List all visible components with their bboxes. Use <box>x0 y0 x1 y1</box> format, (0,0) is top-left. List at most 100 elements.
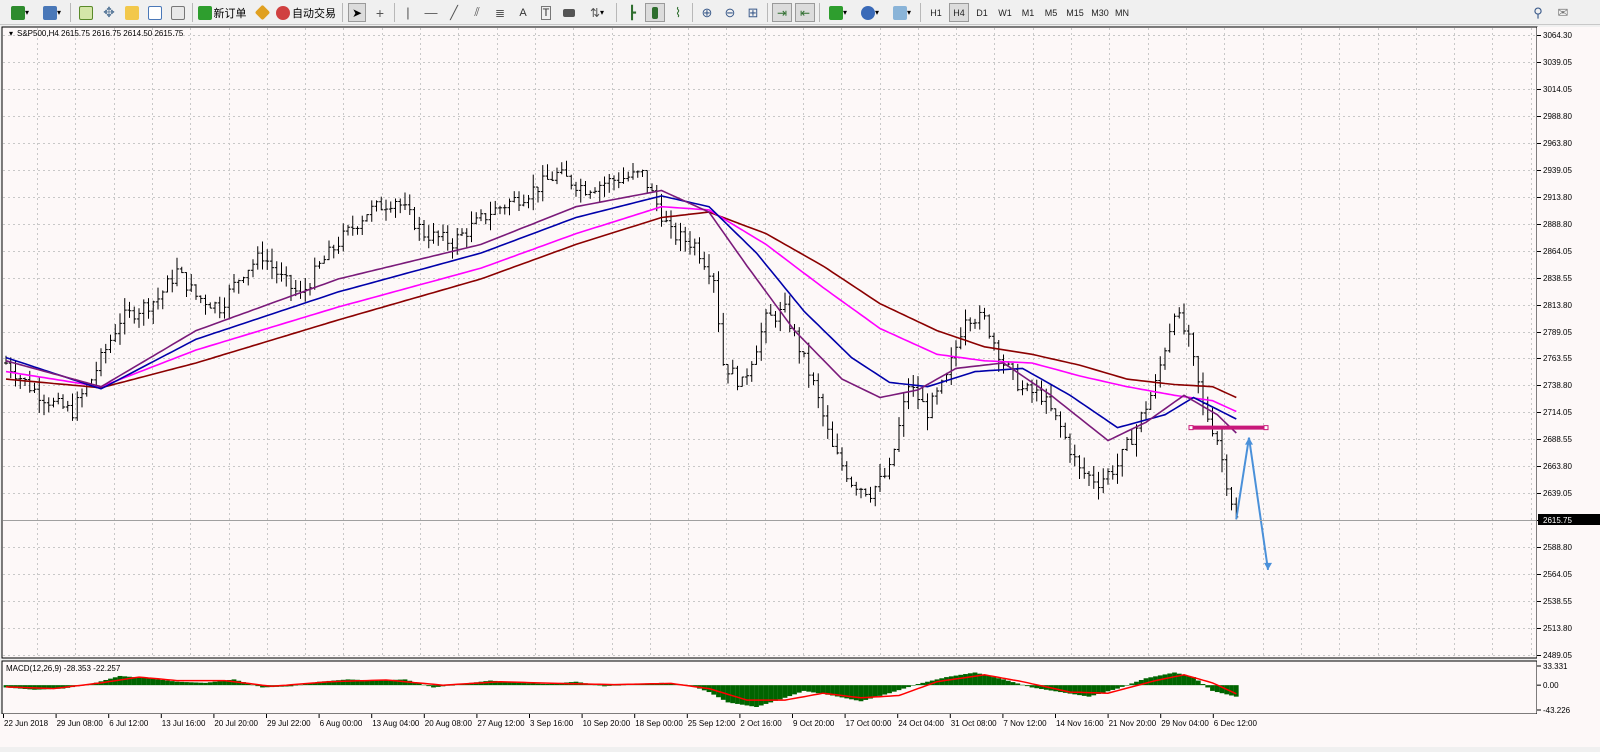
market-watch-icon <box>79 5 93 20</box>
chart-shift-button[interactable]: ⇤ <box>795 3 815 22</box>
tile-windows-button[interactable]: ⊞ <box>743 3 763 22</box>
navigator-button[interactable] <box>122 3 142 22</box>
timeframe-w1-button[interactable]: W1 <box>995 3 1015 22</box>
time-axis-label: 13 Aug 04:00 <box>372 719 420 728</box>
macd-histogram-bar <box>526 683 531 686</box>
macd-histogram-bar <box>1015 683 1021 686</box>
market-watch-button[interactable] <box>76 3 96 22</box>
candlestick-icon <box>652 6 658 19</box>
price-axis-label: 2714.05 <box>1543 408 1572 417</box>
timeframe-label: H4 <box>953 7 965 18</box>
timeframe-m15-button[interactable]: M15 <box>1064 3 1086 22</box>
macd-histogram-bar <box>179 681 185 686</box>
price-axis-label: 2963.80 <box>1543 139 1572 148</box>
macd-histogram-bar <box>516 682 522 686</box>
macd-histogram-bar <box>1001 679 1006 686</box>
price-axis[interactable] <box>1537 27 1600 714</box>
vertical-line-button[interactable]: | <box>399 3 417 22</box>
trendline-button[interactable]: ╱ <box>445 3 463 22</box>
macd-histogram-bar <box>887 685 892 694</box>
macd-histogram-bar <box>858 685 864 702</box>
collapse-arrow-icon[interactable]: ▾ <box>9 29 13 38</box>
data-window-button[interactable]: ✥ <box>99 3 119 22</box>
new-chart-button[interactable]: ▾ <box>6 3 34 22</box>
price-axis-label: 2688.55 <box>1543 435 1572 444</box>
profiles-button[interactable]: ▾ <box>38 3 66 22</box>
time-axis-label: 27 Aug 12:00 <box>477 719 525 728</box>
price-axis-label: 2639.05 <box>1543 489 1572 498</box>
chart-window[interactable]: 3064.30 3039.05 3014.05 2988.80 2963.80 2939.… <box>0 25 1600 747</box>
new-order-button[interactable]: 新订单 <box>197 3 247 22</box>
timeframe-h4-button[interactable]: H4 <box>949 3 969 22</box>
line-chart-button[interactable]: ⌇ <box>668 3 688 22</box>
macd-histogram-bar <box>986 675 992 686</box>
arrows-icon: ⇅ <box>589 5 601 20</box>
zoom-out-button[interactable]: ⊖ <box>720 3 740 22</box>
metaeditor-button[interactable] <box>252 3 272 22</box>
price-axis-label: 2988.80 <box>1543 112 1572 121</box>
autotrading-button[interactable]: 自动交易 <box>276 3 336 22</box>
chat-icon: ✉ <box>1557 4 1569 20</box>
autoscroll-icon: ⇥ <box>776 5 788 20</box>
cursor-tool-button[interactable]: ➤ <box>348 3 366 22</box>
timeframe-h1-button[interactable]: H1 <box>926 3 946 22</box>
time-axis-label: 25 Sep 12:00 <box>688 719 736 728</box>
macd-histogram-bar <box>602 685 607 687</box>
templates-icon <box>892 5 907 20</box>
macd-histogram-bar <box>1233 685 1239 697</box>
templates-button[interactable]: ▾ <box>888 3 916 22</box>
price-axis-label: 2913.80 <box>1543 193 1572 202</box>
search-button[interactable]: ⚲ <box>1529 3 1547 22</box>
main-chart-area[interactable] <box>1 26 1538 659</box>
autoscroll-button[interactable]: ⇥ <box>772 3 792 22</box>
rectangle-icon <box>563 8 575 17</box>
macd-histogram-bar <box>1081 685 1087 696</box>
text-tool-button[interactable]: A <box>514 3 532 22</box>
timeframe-label: D1 <box>976 7 988 18</box>
macd-histogram-bar <box>763 685 769 704</box>
periods-button[interactable]: ▾ <box>856 3 884 22</box>
tester-icon <box>171 5 185 20</box>
price-axis-label: 2564.05 <box>1543 570 1572 579</box>
toolbar-separator <box>192 3 193 22</box>
macd-histogram-bar <box>796 685 802 693</box>
main-toolbar: ▾ ▾ ✥ 新订单 自动交易 ➤ + | — ╱ ⫽ ≣ A T ⇅ ▾ ┣ ⌇ … <box>0 0 1600 25</box>
tile-windows-icon: ⊞ <box>747 4 759 20</box>
rectangle-button[interactable] <box>560 3 578 22</box>
price-axis-label: 3014.05 <box>1543 85 1572 94</box>
macd-histogram-bar <box>996 678 1002 686</box>
timeframe-mn-button[interactable]: MN <box>1112 3 1132 22</box>
fibo-button[interactable]: ≣ <box>491 3 509 22</box>
macd-histogram-bar <box>188 682 194 686</box>
timeframe-m1-button[interactable]: M1 <box>1018 3 1038 22</box>
line-chart-icon: ⌇ <box>674 4 682 20</box>
time-axis-label: 21 Nov 20:00 <box>1109 719 1157 728</box>
macd-histogram-bar <box>193 682 199 686</box>
timeframe-m5-button[interactable]: M5 <box>1041 3 1061 22</box>
indicators-button[interactable]: ▾ <box>824 3 852 22</box>
horizontal-line-button[interactable]: — <box>422 3 440 22</box>
macd-histogram-bar <box>773 685 778 701</box>
timeframe-d1-button[interactable]: D1 <box>972 3 992 22</box>
bar-chart-button[interactable]: ┣ <box>622 3 642 22</box>
price-axis-label: 2864.05 <box>1543 247 1572 256</box>
macd-histogram-bar <box>1210 685 1215 691</box>
timeframe-m30-button[interactable]: M30 <box>1089 3 1111 22</box>
macd-histogram-bar <box>1105 685 1111 692</box>
channel-button[interactable]: ⫽ <box>468 3 486 22</box>
chat-button[interactable]: ✉ <box>1552 3 1574 22</box>
crosshair-target-icon: ✥ <box>103 4 115 20</box>
candle-chart-button[interactable] <box>645 3 665 22</box>
macd-histogram-bar <box>540 683 546 686</box>
new-order-icon <box>197 5 212 20</box>
crosshair-tool-button[interactable]: + <box>371 3 389 22</box>
price-axis-label: 2489.05 <box>1543 651 1572 660</box>
zoom-in-button[interactable]: ⊕ <box>697 3 717 22</box>
price-chart[interactable]: 3064.30 3039.05 3014.05 2988.80 2963.80 2939.… <box>0 25 1600 747</box>
macd-histogram-bar <box>1195 680 1201 686</box>
terminal-button[interactable] <box>145 3 165 22</box>
strategy-tester-button[interactable] <box>168 3 188 22</box>
arrows-button[interactable]: ⇅ ▾ <box>583 3 611 22</box>
macd-histogram-bar <box>910 685 916 686</box>
text-label-button[interactable]: T <box>537 3 555 22</box>
